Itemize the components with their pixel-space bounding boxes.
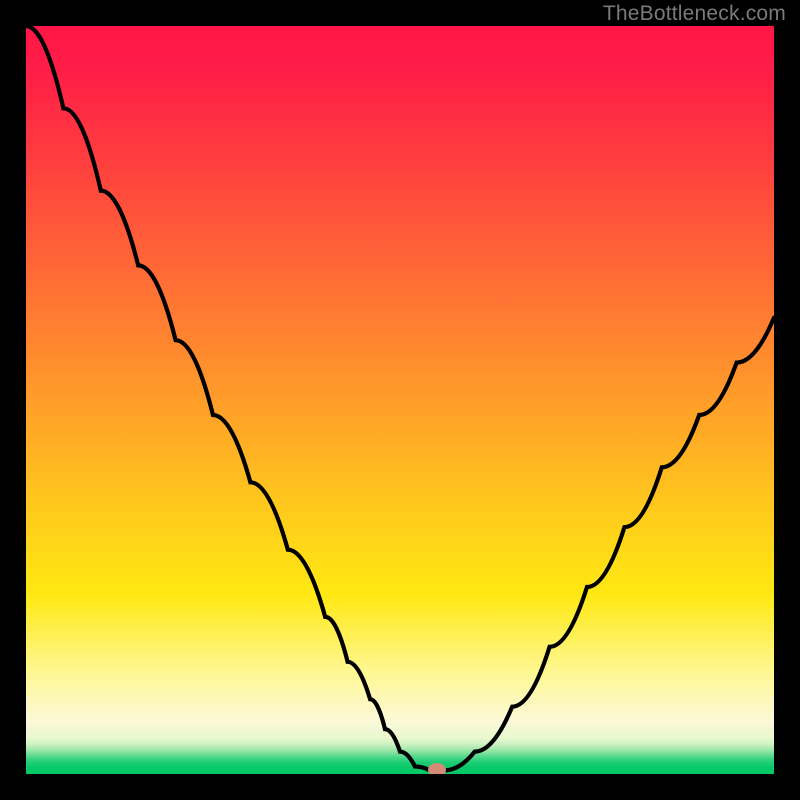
watermark-text: TheBottleneck.com: [603, 2, 786, 26]
plot-area: [26, 26, 774, 774]
optimal-point-marker: [428, 763, 446, 774]
chart-frame: TheBottleneck.com: [0, 0, 800, 800]
bottleneck-curve: [26, 26, 774, 774]
